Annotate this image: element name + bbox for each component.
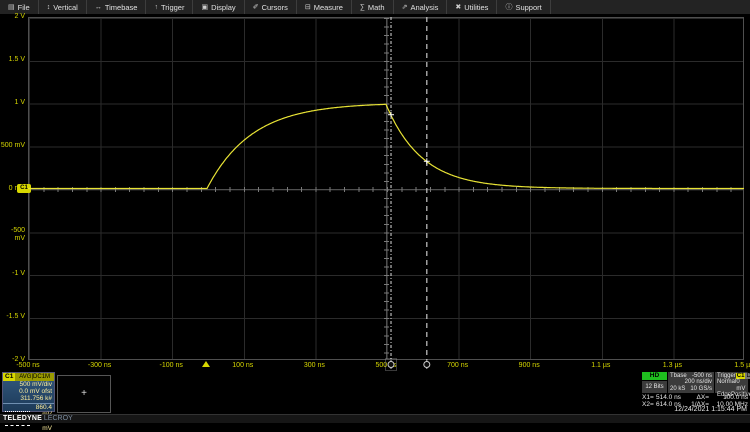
- menu-item-vertical[interactable]: ↕Vertical: [39, 0, 87, 14]
- channel-offset: 0.0 mV ofst: [3, 388, 54, 395]
- x-axis-label: 700 ns: [447, 362, 468, 369]
- x-axis-label: -100 ns: [160, 362, 183, 369]
- brand-lecroy: LECROY: [44, 415, 73, 422]
- channel-c1-descriptor-box[interactable]: C1 AVG|DC1M 500 mV/div 0.0 mV ofst 311.7…: [2, 372, 55, 412]
- menu-item-label: Cursors: [262, 3, 288, 12]
- x-axis-label: 1.5 µs: [734, 362, 750, 369]
- acquisition-mode-box[interactable]: HD 12 Bits: [642, 372, 667, 393]
- timebase-rate: 10 GS/s: [690, 386, 712, 392]
- menu-item-label: Measure: [314, 3, 343, 12]
- x-axis-label: 300 ns: [304, 362, 325, 369]
- x-axis-label: 1.3 µs: [663, 362, 682, 369]
- trigger-box[interactable]: Trigger C1DC Normal 0 mV Edge Positive: [715, 372, 748, 393]
- x-axis-label: 500 ns: [375, 362, 396, 369]
- channel-c1-badge: C1: [3, 373, 15, 381]
- menu-item-timebase[interactable]: ↔Timebase: [87, 0, 147, 14]
- menu-item-math[interactable]: ∑Math: [352, 0, 394, 14]
- menu-item-label: Math: [368, 3, 385, 12]
- menu-bar: ▤File↕Vertical↔Timebase↑Trigger▣Display✐…: [0, 0, 750, 15]
- cursor1-style-icon: [5, 411, 30, 412]
- channel-zero-level-marker[interactable]: C1: [17, 184, 31, 193]
- channel-mode-label: AVG|DC1M: [15, 373, 54, 381]
- trigger-mode: Normal: [717, 379, 736, 392]
- x-axis-label: 900 ns: [519, 362, 540, 369]
- cursor-pencil-icon: ✐: [253, 3, 259, 11]
- menu-item-utilities[interactable]: ✖Utilities: [447, 0, 497, 14]
- waveform-grid[interactable]: [28, 17, 744, 360]
- menu-item-label: Trigger: [161, 3, 184, 12]
- math-icon: ∑: [360, 4, 365, 11]
- menu-item-cursors[interactable]: ✐Cursors: [245, 0, 297, 14]
- menu-item-measure[interactable]: ⊟Measure: [297, 0, 352, 14]
- analysis-icon: ⇗: [402, 3, 408, 11]
- plus-icon: +: [81, 388, 87, 399]
- x-axis-label: 1.1 µs: [591, 362, 610, 369]
- menu-item-support[interactable]: ⓘSupport: [497, 0, 550, 14]
- menu-item-label: Support: [515, 3, 541, 12]
- menu-item-analysis[interactable]: ⇗Analysis: [394, 0, 448, 14]
- trigger-level: 0 mV: [736, 379, 746, 392]
- oscilloscope-app: { "menu": {"items": [ {"label":"File","i…: [0, 0, 750, 422]
- utilities-icon: ✖: [455, 3, 461, 11]
- hd-mode-label: HD: [642, 372, 667, 380]
- timebase-box[interactable]: Tbase -500 ns 200 ns/div 20 kS 10 GS/s: [668, 372, 714, 393]
- menu-item-label: Vertical: [53, 3, 78, 12]
- center-vertical-ticks: [384, 18, 389, 359]
- y-axis-label: 2 V: [0, 13, 25, 21]
- y-axis-label: -1 V: [0, 270, 25, 278]
- menu-item-label: Utilities: [464, 3, 488, 12]
- menu-item-trigger[interactable]: ↑Trigger: [146, 0, 193, 14]
- menu-item-label: Display: [211, 3, 236, 12]
- timebase-samples: 20 kS: [670, 386, 685, 392]
- x2-label: X2=: [642, 402, 656, 409]
- menu-item-file[interactable]: ▤File: [0, 0, 39, 14]
- y-axis-label: -500 mV: [0, 227, 25, 243]
- y-axis-label: -1.5 V: [0, 313, 25, 321]
- menu-item-label: Timebase: [105, 3, 138, 12]
- y-axis-label: 1 V: [0, 99, 25, 107]
- horizontal-arrows-icon: ↔: [95, 4, 102, 11]
- x-axis-label: 100 ns: [232, 362, 253, 369]
- x-axis-label: -300 ns: [88, 362, 111, 369]
- datetime-stamp: 12/24/2021 1:15:44 PM: [674, 406, 747, 413]
- y-axis-label: 500 mV: [0, 142, 25, 150]
- trigger-edge-icon: ↑: [154, 4, 158, 11]
- measure-icon: ⊟: [305, 3, 311, 11]
- file-icon: ▤: [8, 3, 15, 11]
- trigger-coupling: DC: [745, 373, 750, 379]
- menu-item-label: File: [18, 3, 30, 12]
- menu-item-display[interactable]: ▣Display: [193, 0, 244, 14]
- y-axis-label: 1.5 V: [0, 56, 25, 64]
- channel-scale: 500 mV/div: [3, 381, 54, 388]
- channel-sweeps: 311.756 k#: [3, 395, 54, 402]
- add-trace-box[interactable]: +: [57, 375, 111, 413]
- trigger-position-marker[interactable]: [202, 361, 210, 367]
- display-icon: ▣: [201, 3, 208, 11]
- brand-teledyne: TELEDYNE: [3, 415, 42, 422]
- hd-bits-label: 12 Bits: [642, 381, 667, 393]
- x-axis-label: -500 ns: [16, 362, 39, 369]
- menu-item-label: Analysis: [410, 3, 438, 12]
- vertical-arrows-icon: ↕: [47, 4, 51, 11]
- cursor2-style-icon: [5, 425, 30, 426]
- cursor-x2-handle[interactable]: [424, 362, 430, 368]
- support-icon: ⓘ: [505, 2, 512, 12]
